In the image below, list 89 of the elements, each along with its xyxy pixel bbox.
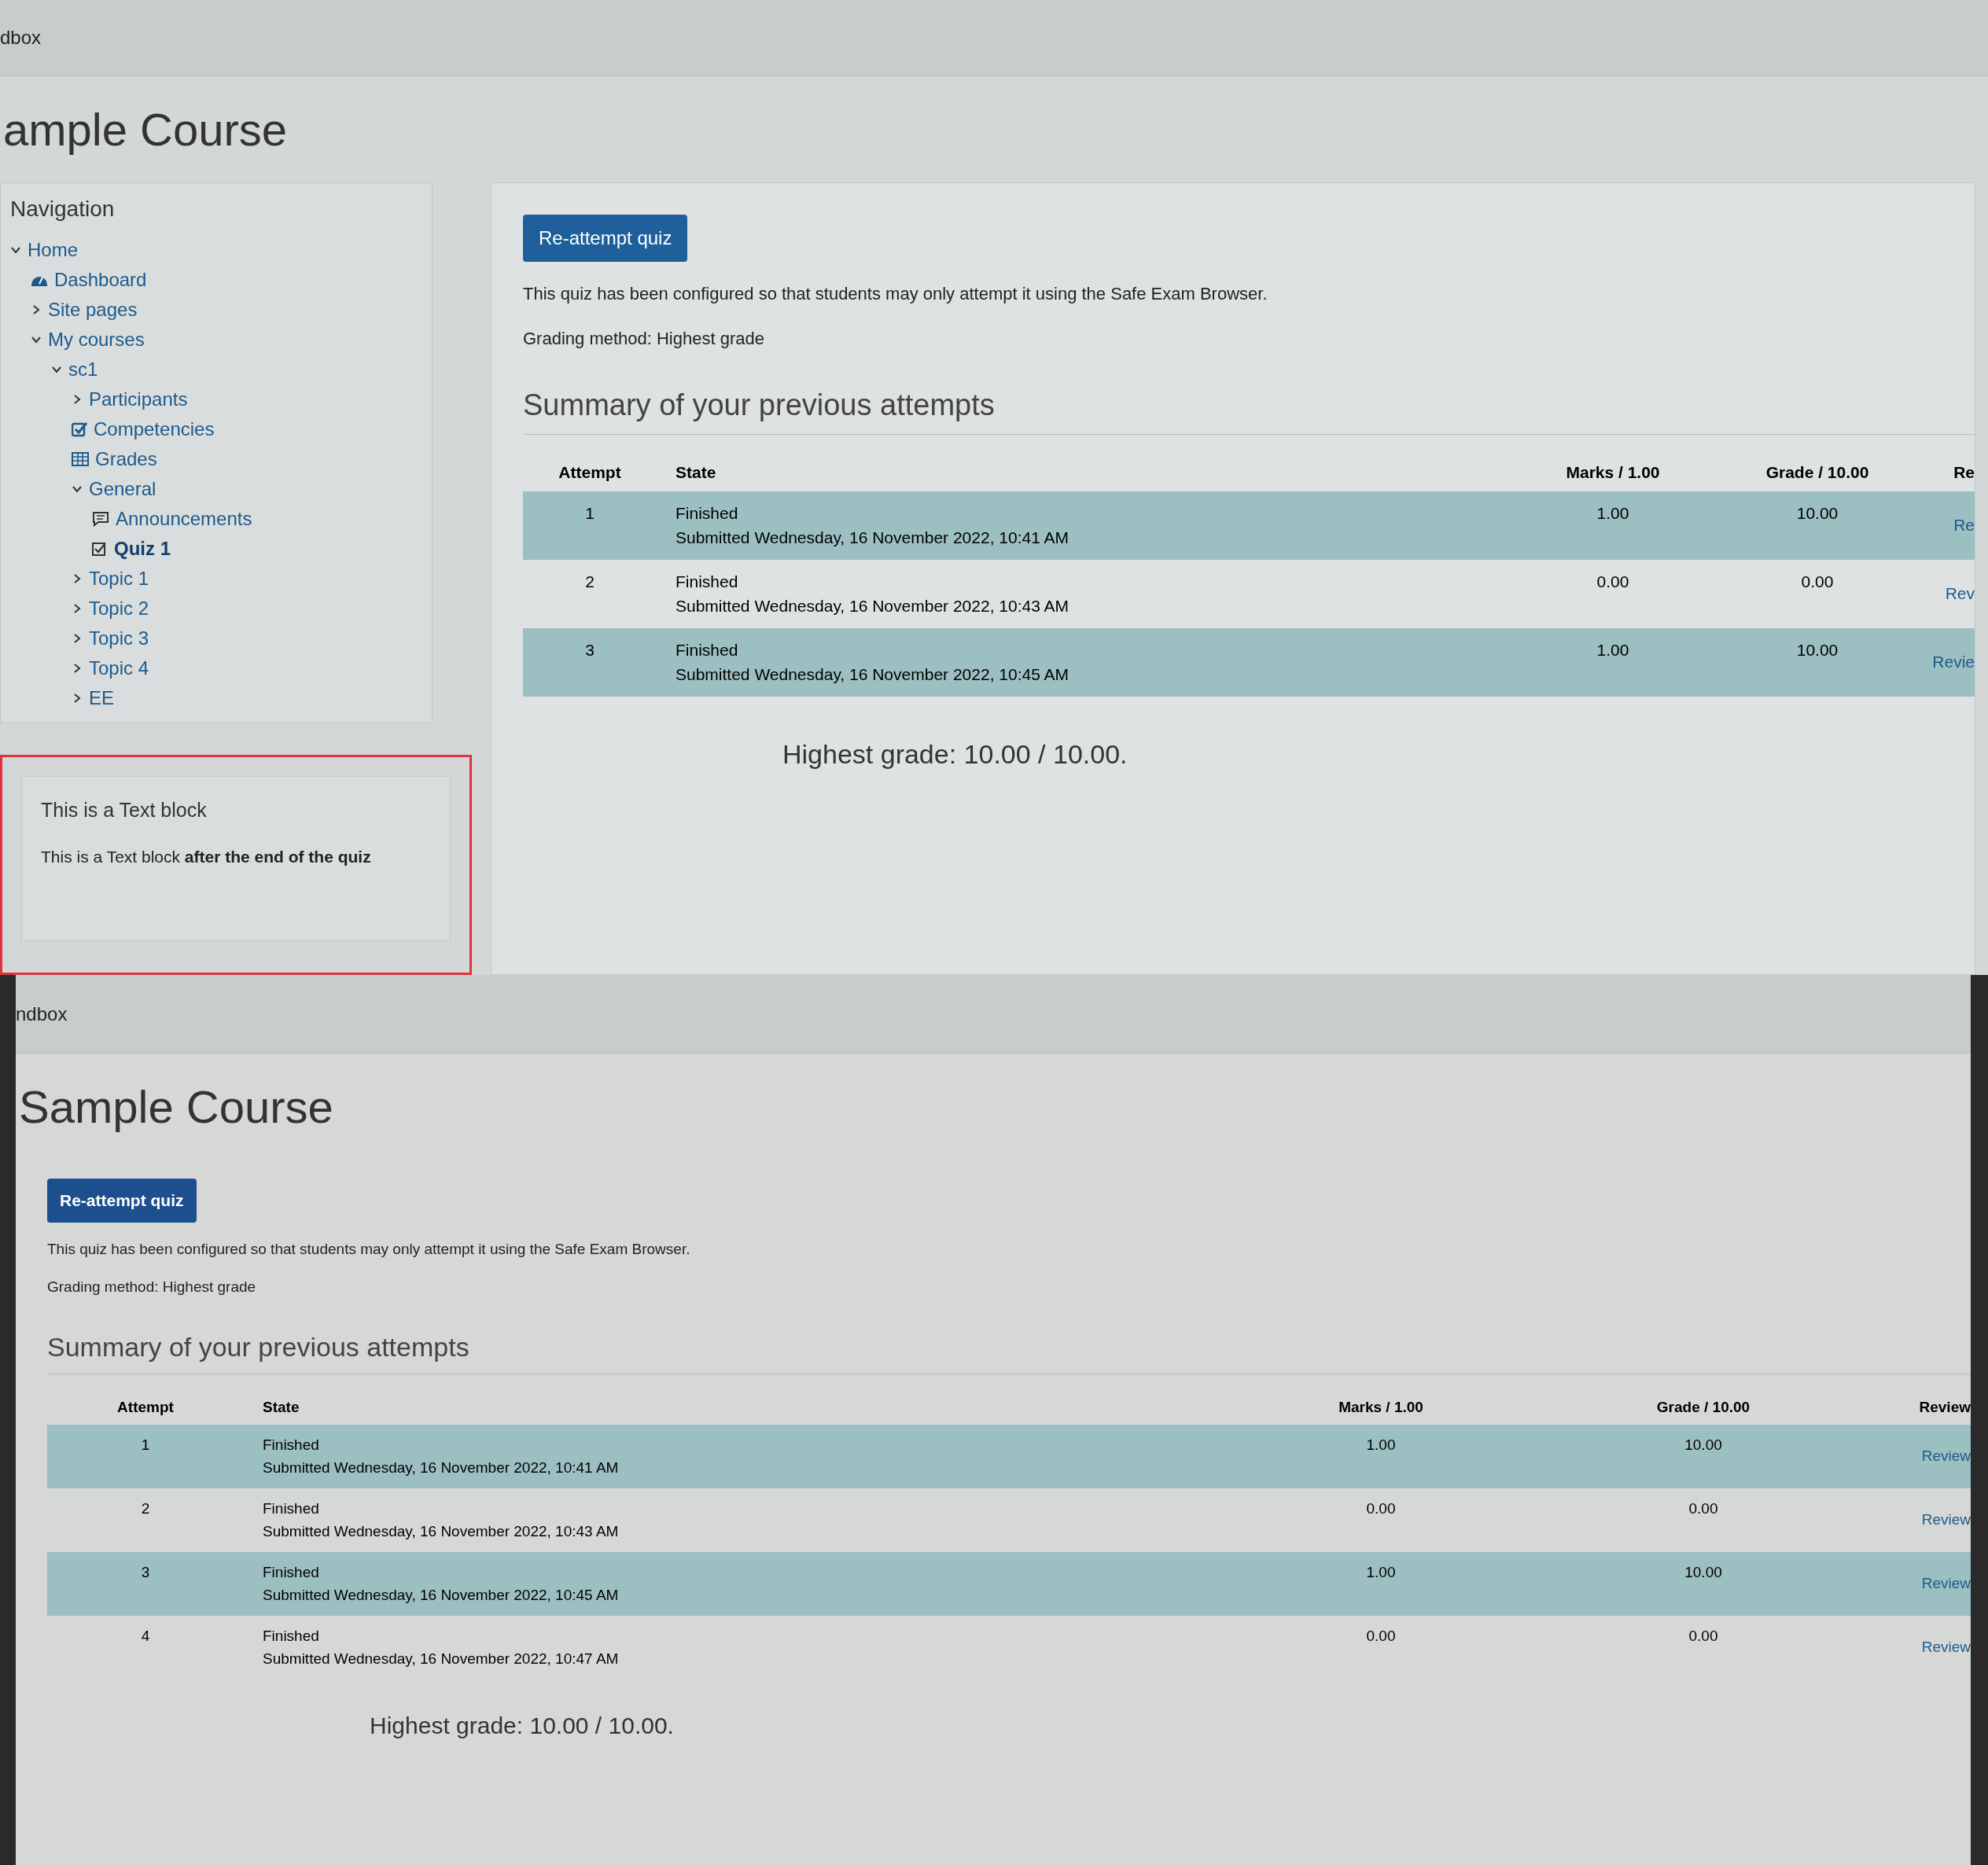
- notice-text: This quiz has been configured so that students may only attempt it using the Safe Exam Browser.: [523, 283, 1268, 305]
- table-cell-text: 4: [140, 1627, 151, 1646]
- notice-text: This quiz has been configured so that students may only attempt it using the Safe Exam Browser.: [47, 1239, 691, 1259]
- nav-link[interactable]: Competencies: [94, 415, 215, 443]
- table-cell-text: 0.00: [1365, 1627, 1397, 1646]
- table-cell-text: Finished: [263, 1563, 320, 1582]
- table-cell-text: Finished: [676, 571, 739, 592]
- table-cell-text: Finished: [263, 1627, 320, 1646]
- table-cell-text: 10.00: [1795, 639, 1839, 660]
- nav-link[interactable]: My courses: [48, 326, 145, 354]
- nav-link[interactable]: sc1: [68, 355, 98, 384]
- review-link[interactable]: Review: [1861, 1573, 1971, 1595]
- column-header: Attempt: [116, 1397, 175, 1417]
- nav-link[interactable]: Announcements: [116, 505, 252, 533]
- nav-link[interactable]: General: [89, 475, 156, 503]
- table-cell-text: Submitted Wednesday, 16 November 2022, 10:45 AM: [263, 1585, 620, 1605]
- highest-grade-text: Highest grade: 10.00 / 10.00.: [782, 738, 1128, 771]
- column-header: State: [262, 1397, 300, 1417]
- column-header: State: [675, 462, 717, 483]
- course-title: ample Course: [2, 103, 289, 156]
- nav-link[interactable]: Topic 1: [89, 565, 149, 593]
- table-icon: [72, 452, 89, 466]
- nav-link[interactable]: Dashboard: [54, 266, 147, 294]
- table-cell-text: 10.00: [1795, 502, 1839, 524]
- table-cell-text: Finished: [263, 1499, 320, 1518]
- panel-title: Navigation: [10, 196, 116, 223]
- re-attempt-quiz-button[interactable]: Re-attempt quiz: [523, 215, 688, 262]
- column-header: Re: [1953, 462, 1975, 483]
- table-cell-text: 10.00: [1684, 1563, 1723, 1582]
- table-cell-text: 1: [140, 1436, 151, 1455]
- review-link[interactable]: Review: [1861, 1445, 1971, 1468]
- column-header: Review: [1918, 1397, 1971, 1417]
- table-cell-text: 1.00: [1365, 1563, 1397, 1582]
- table-cell-text: 0.00: [1800, 571, 1835, 592]
- column-header: Marks / 1.00: [1565, 462, 1661, 483]
- table-cell-text: Finished: [676, 502, 739, 524]
- nav-link[interactable]: Topic 2: [89, 594, 149, 623]
- table-cell-text: 0.00: [1596, 571, 1630, 592]
- nav-link[interactable]: Quiz 1: [114, 535, 171, 563]
- block-title: This is a Text block: [41, 798, 208, 822]
- review-link[interactable]: Revie: [1920, 649, 1975, 675]
- section-heading: Summary of your previous attempts: [47, 1326, 1971, 1374]
- site-name: ndbox: [16, 1002, 68, 1026]
- re-attempt-quiz-button[interactable]: Re-attempt quiz: [47, 1179, 197, 1223]
- column-header: Grade / 10.00: [1655, 1397, 1751, 1417]
- table-cell-text: Submitted Wednesday, 16 November 2022, 10:41 AM: [676, 528, 1070, 548]
- grading-method-text: Grading method: Highest grade: [47, 1278, 257, 1297]
- table-cell-text: 3: [140, 1563, 151, 1582]
- site-name: dbox: [0, 26, 42, 50]
- review-link[interactable]: Review: [1861, 1509, 1971, 1532]
- course-title: Sample Course: [18, 1080, 334, 1134]
- nav-link[interactable]: Site pages: [48, 296, 138, 324]
- highest-grade-text: Highest grade: 10.00 / 10.00.: [369, 1712, 675, 1740]
- column-header: Marks / 1.00: [1338, 1397, 1424, 1417]
- column-header: Attempt: [558, 462, 622, 483]
- checkbox-icon: [72, 421, 87, 437]
- table-cell-text: Submitted Wednesday, 16 November 2022, 10:45 AM: [676, 664, 1070, 685]
- table-cell-text: 2: [584, 571, 595, 592]
- column-header: Grade / 10.00: [1765, 462, 1870, 483]
- checked-box-icon: [92, 541, 108, 557]
- table-cell-text: 1.00: [1365, 1436, 1397, 1455]
- table-cell-text: Submitted Wednesday, 16 November 2022, 10:41 AM: [263, 1458, 620, 1477]
- table-cell-text: 10.00: [1684, 1436, 1723, 1455]
- block-text: This is a Text block after the end of the quiz: [41, 846, 372, 867]
- table-cell-text: Finished: [676, 639, 739, 660]
- table-cell-text: 1: [584, 502, 595, 524]
- section-heading: Summary of your previous attempts: [523, 383, 1975, 435]
- table-cell-text: Finished: [263, 1436, 320, 1455]
- table-cell-text: 1.00: [1596, 639, 1630, 660]
- table-cell-text: 0.00: [1688, 1499, 1719, 1518]
- table-cell-text: Submitted Wednesday, 16 November 2022, 10:43 AM: [263, 1521, 620, 1541]
- table-cell-text: 0.00: [1365, 1499, 1397, 1518]
- table-cell-text: 2: [140, 1499, 151, 1518]
- nav-link[interactable]: Participants: [89, 385, 188, 414]
- nav-link[interactable]: Topic 3: [89, 624, 149, 653]
- nav-link[interactable]: EE: [89, 684, 114, 712]
- table-cell-text: 3: [584, 639, 595, 660]
- review-link[interactable]: Review: [1861, 1636, 1971, 1659]
- table-cell-text: Submitted Wednesday, 16 November 2022, 10:43 AM: [676, 596, 1070, 616]
- nav-link[interactable]: Topic 4: [89, 654, 149, 682]
- review-link[interactable]: Re: [1920, 513, 1975, 538]
- nav-link[interactable]: Home: [28, 236, 79, 264]
- table-cell-text: 0.00: [1688, 1627, 1719, 1646]
- table-cell-text: Submitted Wednesday, 16 November 2022, 10:47 AM: [263, 1649, 620, 1668]
- speech-bubble-icon: [92, 511, 109, 527]
- grading-method-text: Grading method: Highest grade: [523, 328, 765, 350]
- nav-link[interactable]: Grades: [95, 445, 157, 473]
- table-cell-text: 1.00: [1596, 502, 1630, 524]
- review-link[interactable]: Rev: [1920, 581, 1975, 606]
